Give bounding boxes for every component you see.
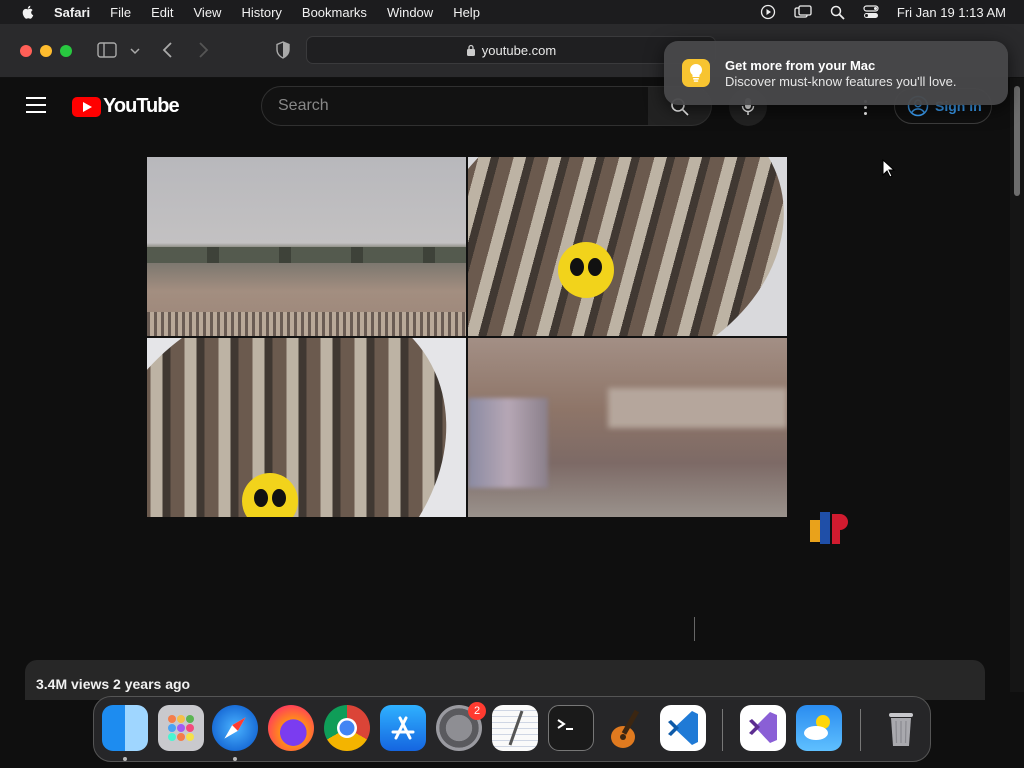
- minimize-window-button[interactable]: [40, 44, 52, 57]
- notification-body: Discover must-know features you'll love.: [725, 73, 957, 89]
- youtube-logo-text: YouTube: [103, 95, 180, 117]
- notification-text: Get more from your Mac Discover must-kno…: [725, 58, 957, 89]
- menu-file[interactable]: File: [110, 5, 131, 20]
- dock: 2: [93, 696, 931, 762]
- now-playing-icon[interactable]: [760, 4, 776, 20]
- menu-help[interactable]: Help: [453, 5, 480, 20]
- youtube-logo[interactable]: YouTube: [72, 95, 180, 118]
- fisheye-building: [147, 338, 466, 517]
- privacy-shield-icon[interactable]: [275, 41, 291, 59]
- address-bar[interactable]: youtube.com: [306, 36, 716, 64]
- chevron-down-icon[interactable]: [130, 47, 140, 55]
- vscode-icon[interactable]: [660, 705, 706, 751]
- back-arrow-icon[interactable]: [162, 41, 174, 59]
- notification-badge: 2: [468, 702, 486, 720]
- trash-icon[interactable]: [878, 705, 924, 751]
- menu-history[interactable]: History: [241, 5, 281, 20]
- apple-logo-icon[interactable]: [20, 4, 36, 20]
- blurred-surface: [608, 388, 787, 428]
- fisheye-building: [468, 157, 787, 336]
- lock-icon: [466, 44, 475, 56]
- dock-separator: [860, 709, 861, 751]
- window-controls: [20, 44, 72, 57]
- fence: [147, 312, 466, 336]
- notification-banner[interactable]: Get more from your Mac Discover must-kno…: [664, 41, 1008, 105]
- tips-lightbulb-icon: [682, 59, 710, 87]
- video-frame-building-1: [468, 157, 787, 336]
- finder-running-dot: [123, 757, 127, 761]
- train-cars: [147, 247, 466, 263]
- chrome-icon[interactable]: [324, 705, 370, 751]
- blurred-graffiti: [468, 398, 548, 488]
- video-frame-building-2: [147, 338, 466, 517]
- forward-arrow-icon[interactable]: [197, 41, 209, 59]
- video-frame-train: [147, 157, 466, 336]
- visual-studio-icon[interactable]: [740, 705, 786, 751]
- terminal-icon[interactable]: [548, 705, 594, 751]
- search-input[interactable]: Search: [261, 86, 649, 126]
- notification-title: Get more from your Mac: [725, 57, 876, 73]
- mouse-pointer-icon: [882, 159, 896, 178]
- close-window-button[interactable]: [20, 44, 32, 57]
- channel-watermark-logo: [810, 512, 848, 544]
- youtube-play-icon: [72, 96, 101, 117]
- control-center-icon[interactable]: [863, 5, 879, 19]
- video-frame-blurred-street: [468, 338, 787, 517]
- safari-running-dot: [233, 757, 237, 761]
- zoom-window-button[interactable]: [60, 44, 72, 57]
- text-cursor-divider: [694, 617, 695, 641]
- weather-icon[interactable]: [796, 705, 842, 751]
- menu-safari[interactable]: Safari: [54, 5, 90, 20]
- scrollbar-thumb[interactable]: [1014, 86, 1020, 196]
- video-stats: 3.4M views 2 years ago: [36, 676, 191, 692]
- url-text: youtube.com: [481, 42, 557, 58]
- sidebar-toggle-icon[interactable]: [97, 41, 117, 59]
- launchpad-icon[interactable]: [158, 705, 204, 751]
- menu-view[interactable]: View: [194, 5, 222, 20]
- video-description-box[interactable]: 3.4M views 2 years ago: [25, 660, 985, 700]
- menubar-clock[interactable]: Fri Jan 19 1:13 AM: [897, 5, 1006, 20]
- textedit-icon[interactable]: [492, 705, 538, 751]
- smiley-graffiti: [558, 242, 614, 298]
- menu-bar: Safari File Edit View History Bookmarks …: [0, 0, 1024, 24]
- video-player[interactable]: [147, 157, 787, 517]
- finder-icon[interactable]: [102, 705, 148, 751]
- dock-separator: [722, 709, 723, 751]
- safari-icon[interactable]: [212, 705, 258, 751]
- screen-mirroring-icon[interactable]: [794, 4, 812, 20]
- firefox-icon[interactable]: [268, 705, 314, 751]
- app-store-icon[interactable]: [380, 705, 426, 751]
- menu-hamburger-icon[interactable]: [26, 97, 46, 118]
- spotlight-search-icon[interactable]: [830, 5, 845, 20]
- menu-bookmarks[interactable]: Bookmarks: [302, 5, 367, 20]
- garageband-icon[interactable]: [604, 705, 650, 751]
- search-placeholder: Search: [278, 97, 329, 114]
- page-scrollbar[interactable]: [1010, 78, 1024, 692]
- menu-window[interactable]: Window: [387, 5, 433, 20]
- menu-edit[interactable]: Edit: [151, 5, 173, 20]
